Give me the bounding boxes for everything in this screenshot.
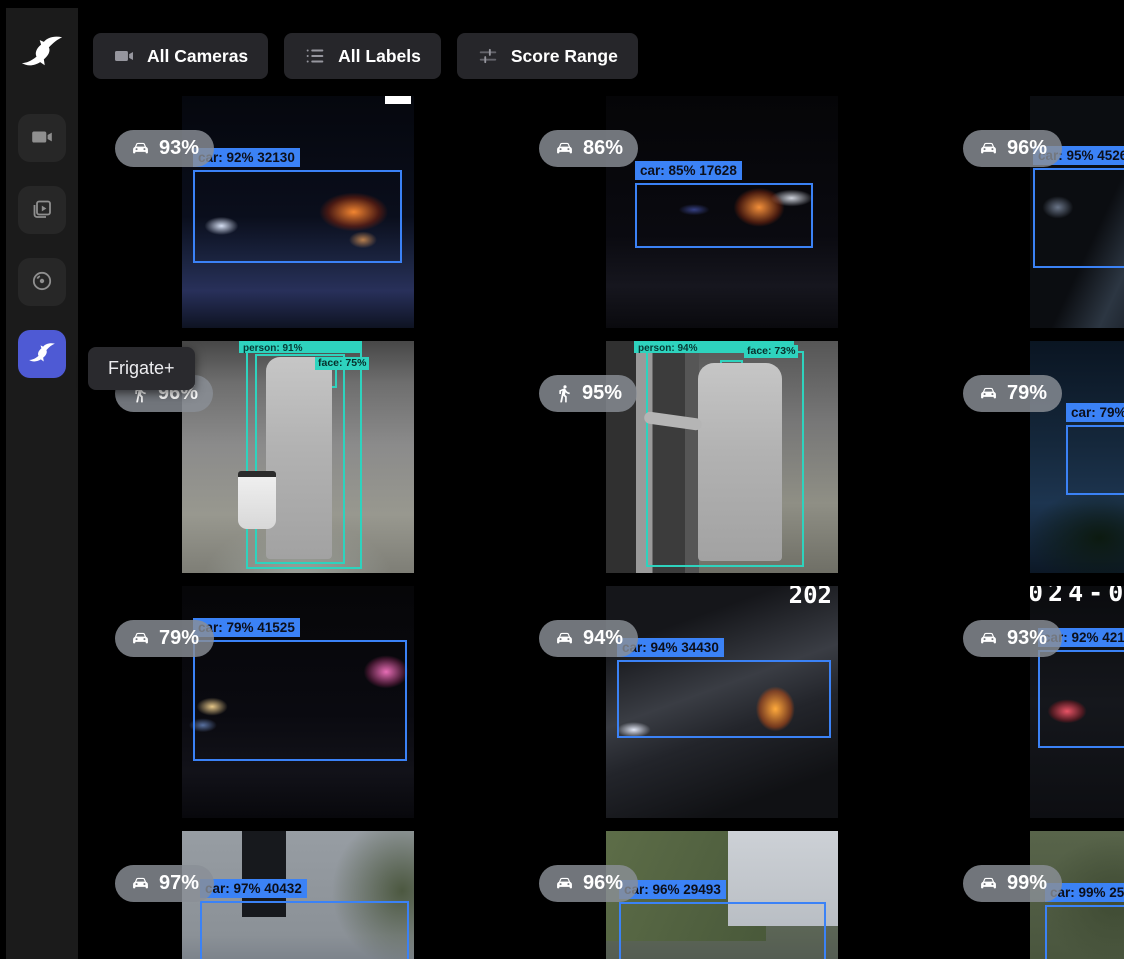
- disc-icon: [30, 269, 54, 296]
- snapshot-tile[interactable]: 202 car: 94% 34430 94%: [521, 586, 945, 831]
- car-icon: [554, 628, 575, 649]
- detection-bbox: car: 94% 34430: [617, 660, 831, 738]
- snapshot-image: 202 car: 94% 34430: [606, 586, 838, 818]
- frigate-plus-tooltip: Frigate+: [88, 347, 195, 390]
- car-icon: [554, 873, 575, 894]
- face-label: face: 73%: [744, 345, 798, 358]
- badge-score: 93%: [1007, 627, 1047, 650]
- badge-score: 79%: [1007, 382, 1047, 405]
- snapshot-image: car: 92% 32130: [182, 96, 414, 328]
- snapshot-tile[interactable]: car: 97% 40432 97%: [97, 831, 521, 959]
- snapshot-tile[interactable]: car: 95% 45260 96%: [945, 96, 1124, 341]
- badge-score: 86%: [583, 137, 623, 160]
- car-icon: [130, 873, 151, 894]
- frigate-plus-page: Frigate+ All Cameras All Labels Score Ra…: [0, 0, 1124, 959]
- sidebar-item-live[interactable]: [18, 114, 66, 162]
- list-icon: [304, 45, 326, 67]
- car-icon: [130, 138, 151, 159]
- snapshot-image: person: 91% face: 75%: [182, 341, 414, 573]
- all-labels-label: All Labels: [338, 46, 421, 67]
- score-badge: 86%: [539, 130, 638, 167]
- filter-bar: All Cameras All Labels Score Range: [93, 33, 638, 79]
- score-badge: 96%: [539, 865, 638, 902]
- person-icon: [554, 384, 574, 404]
- detection-bbox: car: 79% 41525: [193, 640, 407, 761]
- score-badge: 97%: [115, 865, 214, 902]
- car-icon: [978, 873, 999, 894]
- person-figure: [698, 363, 782, 561]
- detection-bbox: car: 95% 45260: [1033, 168, 1124, 268]
- snapshot-image: car: 85% 17628: [606, 96, 838, 328]
- snapshot-tile[interactable]: car: 79% 79%: [945, 341, 1124, 586]
- badge-score: 99%: [1007, 872, 1047, 895]
- score-badge: 95%: [539, 375, 637, 412]
- snapshot-tile[interactable]: car: 99% 25 99%: [945, 831, 1124, 959]
- snapshot-tile[interactable]: car: 79% 41525 79%: [97, 586, 521, 831]
- score-badge: 99%: [963, 865, 1062, 902]
- snapshot-image: car: 97% 40432: [182, 831, 414, 959]
- face-label: face: 75%: [315, 357, 369, 370]
- sidebar-item-frigate-plus[interactable]: [18, 330, 66, 378]
- snapshot-image: car: 96% 29493: [606, 831, 838, 959]
- score-range-button[interactable]: Score Range: [457, 33, 638, 79]
- frigate-bird-icon: [28, 339, 56, 370]
- car-icon: [978, 628, 999, 649]
- snapshot-image: person: 94% face: 73%: [606, 341, 838, 573]
- car-icon: [978, 383, 999, 404]
- person-figure: [266, 357, 332, 559]
- snapshot-grid: car: 92% 32130 93% car: 85% 17628 86%: [97, 96, 1124, 959]
- frigate-logo-bird-icon: [20, 30, 64, 74]
- snapshot-tile[interactable]: car: 96% 29493 96%: [521, 831, 945, 959]
- detection-bbox: car: 92% 32130: [193, 170, 402, 263]
- all-labels-button[interactable]: All Labels: [284, 33, 441, 79]
- detection-bbox: car: 97% 40432: [200, 901, 409, 959]
- sidebar-nav: [18, 114, 66, 378]
- detection-bbox: car: 92% 4218: [1038, 650, 1124, 748]
- sidebar-item-review[interactable]: [18, 186, 66, 234]
- all-cameras-label: All Cameras: [147, 46, 248, 67]
- timestamp-fragment: 024-09-0: [1030, 586, 1124, 607]
- review-play-icon: [30, 197, 54, 224]
- score-badge: 79%: [115, 620, 214, 657]
- timestamp-fragment: [385, 96, 411, 104]
- score-badge: 94%: [539, 620, 638, 657]
- score-badge: 93%: [115, 130, 214, 167]
- badge-score: 96%: [1007, 137, 1047, 160]
- score-badge: 96%: [963, 130, 1062, 167]
- badge-score: 93%: [159, 137, 199, 160]
- badge-score: 96%: [583, 872, 623, 895]
- sidebar-item-recordings[interactable]: [18, 258, 66, 306]
- sliders-icon: [477, 45, 499, 67]
- sidebar: [6, 8, 78, 959]
- score-badge: 93%: [963, 620, 1062, 657]
- all-cameras-button[interactable]: All Cameras: [93, 33, 268, 79]
- bbox-label: person: 91%: [239, 341, 362, 353]
- bbox-label: car: 97% 40432: [200, 879, 307, 898]
- detection-bbox: car: 85% 17628: [635, 183, 813, 248]
- snapshot-tile[interactable]: car: 85% 17628 86%: [521, 96, 945, 341]
- video-camera-icon: [113, 45, 135, 67]
- badge-score: 79%: [159, 627, 199, 650]
- car-icon: [130, 628, 151, 649]
- bbox-label: car: 79%: [1066, 403, 1124, 422]
- detection-bbox: car: 96% 29493: [619, 902, 826, 959]
- video-camera-icon: [30, 125, 54, 152]
- badge-score: 94%: [583, 627, 623, 650]
- car-icon: [978, 138, 999, 159]
- snapshot-image: car: 79% 41525: [182, 586, 414, 818]
- tooltip-label: Frigate+: [108, 358, 175, 379]
- detection-bbox: car: 99% 25: [1045, 905, 1124, 959]
- timestamp-fragment: 202: [789, 586, 832, 609]
- badge-score: 95%: [582, 382, 622, 405]
- score-badge: 79%: [963, 375, 1062, 412]
- score-range-label: Score Range: [511, 46, 618, 67]
- car-icon: [554, 138, 575, 159]
- snapshot-tile[interactable]: 024-09-0 car: 92% 4218 93%: [945, 586, 1124, 831]
- bbox-label: car: 85% 17628: [635, 161, 742, 180]
- snapshot-tile[interactable]: person: 94% face: 73% 95%: [521, 341, 945, 586]
- badge-score: 97%: [159, 872, 199, 895]
- snapshot-tile[interactable]: car: 92% 32130 93%: [97, 96, 521, 341]
- bucket-shape: [238, 471, 276, 529]
- detection-bbox: car: 79%: [1066, 425, 1124, 495]
